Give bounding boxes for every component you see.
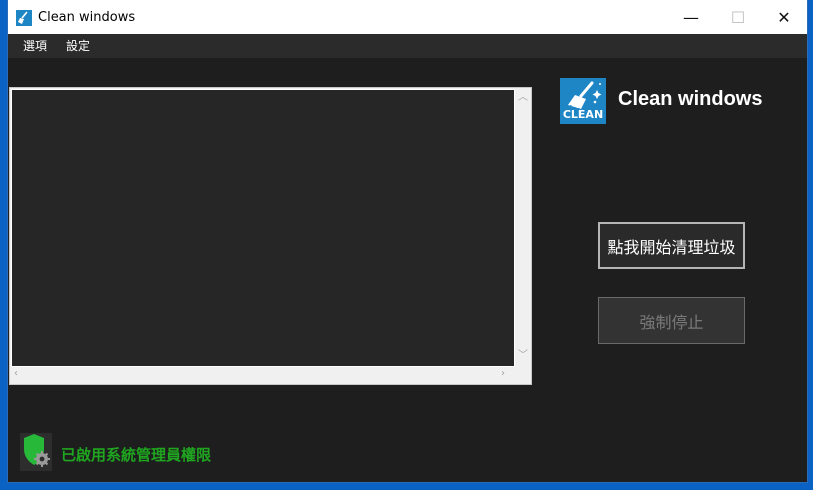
scroll-up-arrow-icon[interactable]: ︿ [518, 93, 528, 103]
scroll-down-arrow-icon[interactable]: ﹀ [518, 351, 528, 361]
title-bar: Clean windows — ☐ ✕ [8, 0, 807, 34]
log-output[interactable] [11, 89, 515, 367]
scroll-right-arrow-icon[interactable]: › [501, 369, 505, 379]
start-clean-button[interactable]: 點我開始清理垃圾 [598, 222, 745, 269]
window-title: Clean windows [38, 10, 136, 25]
admin-shield-icon [20, 433, 52, 471]
app-window: Clean windows — ☐ ✕ 選項 設定 ︿ ﹀ ‹ › CLEAN … [8, 0, 807, 482]
minimize-button[interactable]: — [668, 0, 714, 34]
logo-label: CLEAN [562, 108, 604, 121]
vertical-scrollbar[interactable]: ︿ ﹀ [515, 89, 530, 365]
admin-status-text: 已啟用系統管理員權限 [61, 446, 212, 464]
force-stop-button[interactable]: 強制停止 [598, 297, 745, 344]
app-name: Clean windows [618, 88, 763, 110]
horizontal-scrollbar[interactable]: ‹ › [11, 367, 514, 382]
menu-settings[interactable]: 設定 [66, 38, 90, 54]
scroll-left-arrow-icon[interactable]: ‹ [14, 369, 18, 379]
maximize-button[interactable]: ☐ [715, 0, 761, 34]
clean-logo: CLEAN [560, 78, 606, 124]
menu-bar: 選項 設定 [8, 34, 807, 58]
app-icon [16, 10, 32, 26]
menu-options[interactable]: 選項 [23, 38, 47, 54]
log-panel: ︿ ﹀ ‹ › [9, 87, 532, 385]
close-button[interactable]: ✕ [761, 0, 807, 34]
